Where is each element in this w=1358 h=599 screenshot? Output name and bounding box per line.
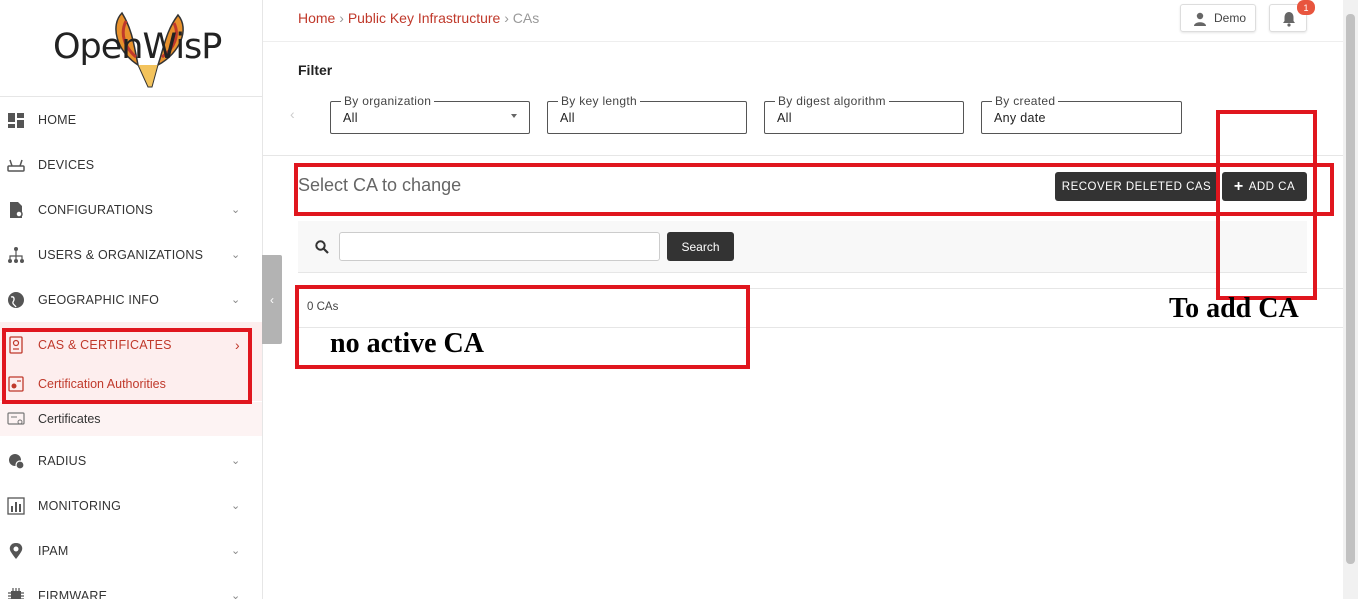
sidebar-item-label: USERS & ORGANIZATIONS xyxy=(38,247,204,262)
filter-legend: By digest algorithm xyxy=(775,94,889,108)
sidebar-subitem-label: Certificates xyxy=(38,412,101,426)
chevron-down-icon: ⌄ xyxy=(231,590,241,599)
annotation-no-active-ca: no active CA xyxy=(330,328,484,359)
sidebar-item-label: CONFIGURATIONS xyxy=(38,202,154,217)
user-icon xyxy=(1194,12,1206,26)
sidebar-item-devices[interactable]: DEVICES xyxy=(0,142,262,187)
search-button[interactable]: Search xyxy=(667,232,734,261)
sidebar-item-label: RADIUS xyxy=(38,453,87,468)
annotation-box-sidebar xyxy=(2,328,252,404)
sidebar: OpenWisP HOME DEVICES CONFIGURATIONS ⌄ U… xyxy=(0,0,263,599)
org-chart-icon xyxy=(8,246,24,263)
filter-scroll-left-icon[interactable]: ‹ xyxy=(290,106,295,122)
filter-divider xyxy=(263,155,1343,156)
breadcrumb-separator: › xyxy=(335,10,348,26)
radius-icon xyxy=(9,453,25,470)
header-divider xyxy=(263,41,1343,42)
logo-text: OpenWisP xyxy=(53,27,222,67)
filter-legend: By key length xyxy=(558,94,640,108)
search-input[interactable] xyxy=(339,232,660,261)
breadcrumb-section-link[interactable]: Public Key Infrastructure xyxy=(348,10,501,26)
router-icon xyxy=(7,159,25,172)
filter-value: Any date xyxy=(994,111,1046,125)
sidebar-item-monitoring[interactable]: MONITORING ⌄ xyxy=(0,483,262,528)
openwisp-logo[interactable]: OpenWisP xyxy=(0,0,262,97)
sidebar-item-label: MONITORING xyxy=(38,498,122,513)
certificate-doc-icon xyxy=(7,412,25,425)
sidebar-item-label: FIRMWARE xyxy=(38,588,108,599)
user-menu-button[interactable]: Demo xyxy=(1180,4,1256,32)
annotation-box-add-ca xyxy=(1216,110,1317,300)
chart-icon xyxy=(7,496,25,515)
notification-count-badge: 1 xyxy=(1297,0,1315,15)
bell-icon xyxy=(1283,12,1295,27)
sidebar-item-radius[interactable]: RADIUS ⌄ xyxy=(0,438,262,483)
breadcrumb-current: CAs xyxy=(512,10,540,26)
sidebar-item-configurations[interactable]: CONFIGURATIONS ⌄ xyxy=(0,187,262,232)
sidebar-item-label: IPAM xyxy=(38,543,69,558)
sidebar-item-geographic-info[interactable]: GEOGRAPHIC INFO ⌄ xyxy=(0,277,262,322)
sidebar-item-home[interactable]: HOME xyxy=(0,97,262,142)
filter-by-organization[interactable]: By organization All xyxy=(330,94,530,134)
config-file-icon xyxy=(10,201,23,218)
chevron-down-icon: ⌄ xyxy=(231,294,241,306)
filter-by-key-length[interactable]: By key length All xyxy=(547,94,747,134)
ip-pin-icon xyxy=(9,542,23,559)
scrollbar-thumb[interactable] xyxy=(1346,14,1355,564)
annotation-box-header xyxy=(294,163,1334,216)
chevron-down-icon: ⌄ xyxy=(231,455,241,467)
sidebar-item-users-organizations[interactable]: USERS & ORGANIZATIONS ⌄ xyxy=(0,232,262,277)
filter-by-digest-algorithm[interactable]: By digest algorithm All xyxy=(764,94,964,134)
chevron-down-icon: ⌄ xyxy=(231,545,241,557)
filter-value: All xyxy=(560,111,575,125)
sidebar-item-label: DEVICES xyxy=(38,157,95,172)
breadcrumb-home-link[interactable]: Home xyxy=(298,10,335,26)
chevron-down-icon: ⌄ xyxy=(231,500,241,512)
globe-icon xyxy=(8,291,24,308)
chevron-down-icon: ⌄ xyxy=(231,204,241,216)
sidebar-item-ipam[interactable]: IPAM ⌄ xyxy=(0,528,262,573)
annotation-to-add-ca: To add CA xyxy=(1169,293,1299,324)
dropdown-arrow-icon xyxy=(511,114,517,118)
dashboard-icon xyxy=(8,112,24,128)
breadcrumb-separator: › xyxy=(500,10,513,26)
filter-title: Filter xyxy=(298,62,333,78)
chevron-down-icon: ⌄ xyxy=(231,249,241,261)
search-icon xyxy=(315,240,329,254)
filter-by-created[interactable]: By created Any date xyxy=(981,94,1182,134)
sidebar-item-label: GEOGRAPHIC INFO xyxy=(38,292,160,307)
sidebar-subitem-certificates[interactable]: Certificates xyxy=(0,402,262,436)
sidebar-collapse-toggle[interactable]: ‹ xyxy=(262,255,282,344)
user-name: Demo xyxy=(1214,11,1247,25)
sidebar-item-label: HOME xyxy=(38,112,77,127)
chip-icon xyxy=(8,587,24,599)
filter-legend: By created xyxy=(992,94,1059,108)
filter-value: All xyxy=(777,111,792,125)
chevron-left-icon: ‹ xyxy=(270,292,274,307)
sidebar-item-firmware[interactable]: FIRMWARE ⌄ xyxy=(0,573,262,599)
filter-value: All xyxy=(343,111,358,125)
filter-legend: By organization xyxy=(341,94,435,108)
breadcrumb: Home › Public Key Infrastructure › CAs xyxy=(298,10,539,26)
